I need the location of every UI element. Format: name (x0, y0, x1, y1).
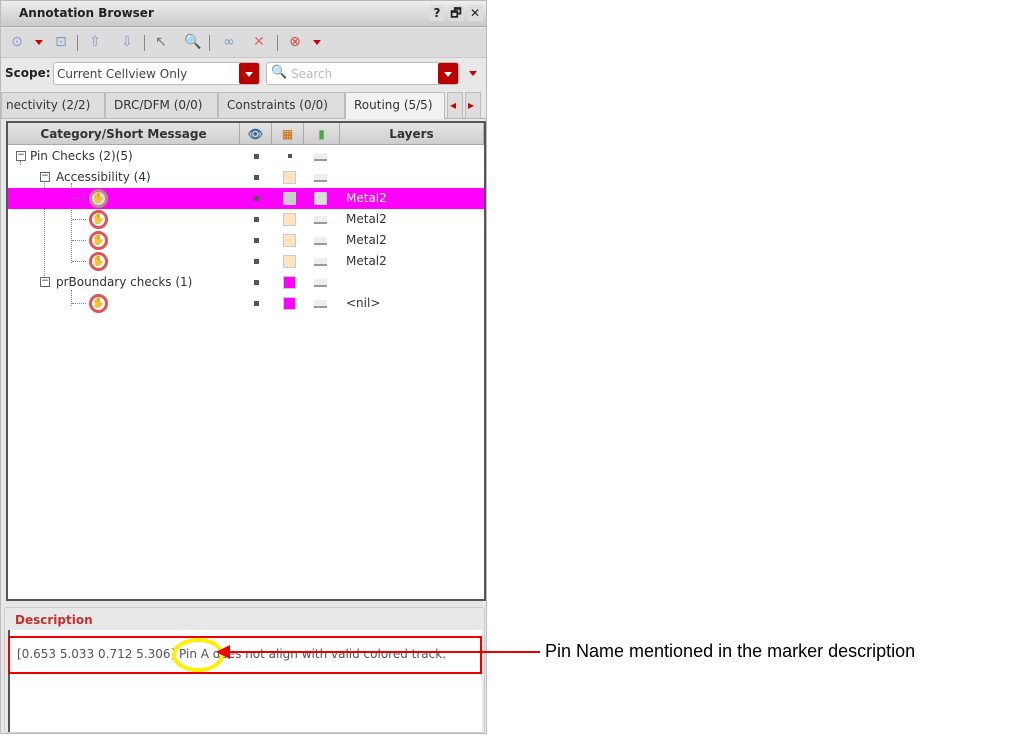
tree-row-prboundary[interactable]: − prBoundary checks (1) (8, 272, 484, 293)
search-icon: 🔍 (271, 65, 288, 80)
zoom-selected-icon[interactable]: ⊡ (51, 32, 71, 52)
select-icon[interactable]: ↖ (151, 32, 171, 52)
row-layer: Metal2 (346, 254, 387, 268)
row-label: prBoundary checks (1) (56, 275, 193, 289)
unlink-icon[interactable]: ✕ (249, 32, 269, 52)
collapse-icon[interactable]: − (40, 277, 50, 287)
arrow-head-icon (216, 645, 230, 659)
help-button[interactable]: ? (429, 5, 445, 21)
flag-column-icon[interactable]: ▮ (304, 123, 340, 145)
zoom-icon[interactable]: 🔍 (183, 32, 203, 52)
search-input[interactable]: 🔍 Search (266, 62, 459, 85)
scope-label: Scope: (5, 66, 51, 80)
next-icon[interactable]: ⇩ (117, 32, 137, 52)
tab-constraints[interactable]: Constraints (0/0) (218, 92, 345, 119)
row-layer: <nil> (346, 296, 381, 310)
annotation-browser-panel: Annotation Browser ? 🗗 ✕ ⊙ ⊡ ⇧ ⇩ ↖ 🔍 ∞ ✕… (0, 0, 487, 734)
link-icon[interactable]: ∞ (219, 32, 239, 52)
row-label: Accessibility (4) (56, 170, 151, 184)
marker-hand-icon: ✋ (89, 231, 108, 250)
chevron-down-icon[interactable] (239, 63, 259, 84)
row-layer: Metal2 (346, 233, 387, 247)
row-label: Pin Checks (2)(5) (30, 149, 133, 163)
annotation-tree[interactable]: Category/Short Message 👁 ▦ ▮ Layers − Pi… (6, 121, 486, 601)
close-button[interactable]: ✕ (467, 5, 483, 21)
tab-bar: nectivity (2/2) DRC/DFM (0/0) Constraint… (1, 90, 486, 119)
search-placeholder: Search (291, 67, 333, 81)
tree-header: Category/Short Message 👁 ▦ ▮ Layers (8, 123, 484, 145)
row-layer: Metal2 (346, 212, 387, 226)
visibility-column-icon[interactable]: 👁 (240, 123, 272, 145)
column-layers[interactable]: Layers (340, 123, 484, 145)
scope-value: Current Cellview Only (57, 67, 188, 81)
tree-row-accessibility[interactable]: − Accessibility (4) (8, 167, 484, 188)
tree-row-pin-checks[interactable]: − Pin Checks (2)(5) (8, 146, 484, 167)
tree-row-marker[interactable]: ✋ Metal2 (8, 188, 484, 209)
callout-arrow-line (228, 651, 540, 653)
column-category[interactable]: Category/Short Message (8, 123, 240, 145)
marker-hand-icon: ✋ (89, 252, 108, 271)
collapse-icon[interactable]: − (40, 172, 50, 182)
window-title: Annotation Browser (19, 6, 154, 20)
restore-button[interactable]: 🗗 (448, 5, 464, 21)
zoom-fit-dropdown[interactable] (35, 40, 43, 45)
previous-icon[interactable]: ⇧ (85, 32, 105, 52)
color-column-icon[interactable]: ▦ (272, 123, 304, 145)
tab-scroll-right[interactable]: ▸ (465, 92, 481, 119)
description-label: Description (15, 613, 93, 627)
marker-hand-icon: ✋ (89, 210, 108, 229)
collapse-icon[interactable]: − (16, 151, 26, 161)
marker-hand-icon: ✋ (89, 294, 108, 313)
tree-row-marker[interactable]: ✋ Metal2 (8, 230, 484, 251)
tree-row-marker[interactable]: ✋ <nil> (8, 293, 484, 314)
toolbar: ⊙ ⊡ ⇧ ⇩ ↖ 🔍 ∞ ✕ ⊗ (1, 28, 486, 58)
tab-routing[interactable]: Routing (5/5) (345, 92, 445, 119)
annotation-highlight-box (8, 636, 482, 674)
scope-select[interactable]: Current Cellview Only (53, 62, 260, 85)
tab-scroll-left[interactable]: ◂ (447, 92, 463, 119)
tree-row-marker[interactable]: ✋ Metal2 (8, 251, 484, 272)
tab-drc-dfm[interactable]: DRC/DFM (0/0) (105, 92, 218, 119)
search-options-dropdown[interactable] (469, 71, 477, 76)
title-bar: Annotation Browser ? 🗗 ✕ (1, 1, 486, 27)
chevron-down-icon[interactable] (438, 63, 458, 84)
scope-row: Scope: Current Cellview Only 🔍 Search (1, 59, 486, 87)
row-layer: Metal2 (346, 191, 387, 205)
zoom-fit-icon[interactable]: ⊙ (7, 32, 27, 52)
stop-dropdown[interactable] (313, 40, 321, 45)
tab-connectivity[interactable]: nectivity (2/2) (1, 92, 105, 119)
callout-text: Pin Name mentioned in the marker descrip… (545, 641, 916, 661)
tree-row-marker[interactable]: ✋ Metal2 (8, 209, 484, 230)
stop-icon[interactable]: ⊗ (285, 32, 305, 52)
marker-hand-icon: ✋ (89, 189, 108, 208)
